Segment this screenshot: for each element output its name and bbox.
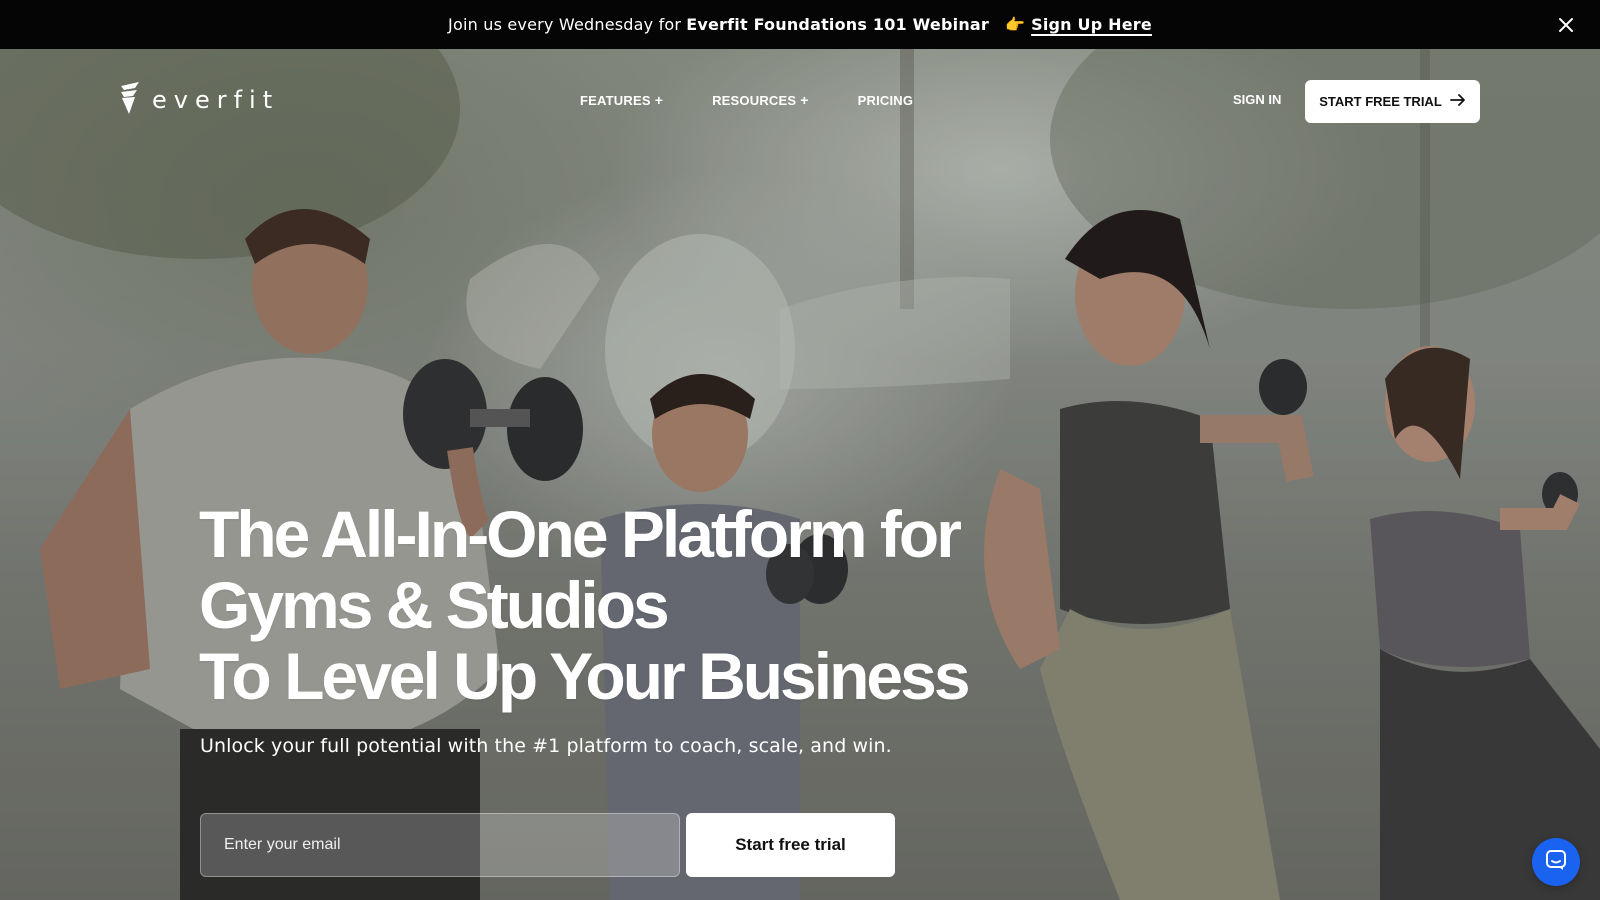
- announcement-bar: Join us every Wednesday for Everfit Foun…: [0, 0, 1600, 49]
- headline-line: The All-In-One Platform for: [199, 497, 962, 571]
- nav-features[interactable]: FEATURES +: [580, 89, 663, 111]
- nav-features-label: FEATURES: [580, 92, 651, 108]
- chat-widget-button[interactable]: [1532, 838, 1580, 886]
- announcement-prefix: Join us every Wednesday for: [448, 15, 682, 34]
- hero-subheadline: Unlock your full potential with the #1 p…: [200, 735, 892, 757]
- sign-up-link[interactable]: Sign Up Here: [1031, 15, 1152, 34]
- nav-resources-label: RESOURCES: [712, 92, 797, 108]
- plus-icon: +: [800, 92, 809, 108]
- hero-overlay: [0, 49, 1600, 900]
- brand-name: everfit: [152, 86, 280, 114]
- arrow-right-icon: [1449, 94, 1466, 109]
- trial-button-label: START FREE TRIAL: [1319, 94, 1442, 109]
- plus-icon: +: [654, 92, 664, 108]
- main-nav: FEATURES + RESOURCES + PRICING: [580, 89, 962, 111]
- nav-pricing-label: PRICING: [857, 92, 914, 108]
- sign-in-link[interactable]: SIGN IN: [1233, 92, 1281, 107]
- brand-logo[interactable]: everfit: [120, 82, 280, 118]
- chat-icon: [1544, 848, 1568, 876]
- start-free-trial-button[interactable]: START FREE TRIAL: [1305, 80, 1480, 123]
- hero-headline: The All-In-One Platform for Gyms & Studi…: [199, 497, 971, 713]
- headline-line: To Level Up Your Business: [199, 639, 971, 713]
- start-free-trial-cta[interactable]: Start free trial: [686, 813, 895, 877]
- pointing-hand-icon: 👉: [1005, 15, 1026, 34]
- everfit-logo-icon: [120, 82, 142, 118]
- email-input[interactable]: [200, 813, 680, 877]
- announcement-event: Everfit Foundations 101 Webinar: [686, 15, 989, 34]
- close-icon[interactable]: [1552, 11, 1580, 39]
- headline-line: Gyms & Studios: [199, 568, 670, 642]
- nav-pricing[interactable]: PRICING: [858, 89, 914, 111]
- nav-resources[interactable]: RESOURCES +: [712, 89, 809, 111]
- hero-section: everfit FEATURES + RESOURCES + PRICING S…: [0, 49, 1600, 900]
